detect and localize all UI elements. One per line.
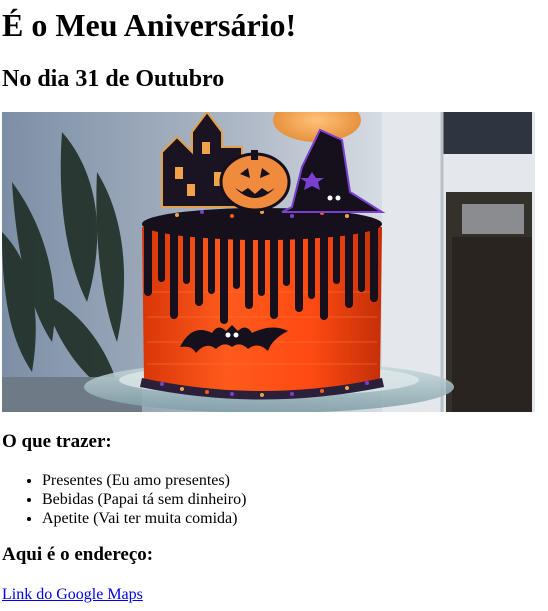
list-item: Bebidas (Papai tá sem dinheiro)	[42, 490, 548, 509]
page: É o Meu Aniversário! No dia 31 de Outubr…	[0, 0, 548, 604]
address-heading: Aqui é o endereço:	[2, 544, 154, 565]
list-item: Apetite (Vai ter muita comida)	[42, 509, 548, 528]
date-heading: No dia 31 de Outubro	[2, 66, 225, 92]
bring-heading: O que trazer:	[2, 431, 112, 452]
google-maps-link[interactable]: Link do Google Maps	[2, 585, 143, 604]
list-item: Presentes (Eu amo presentes)	[42, 471, 548, 490]
halloween-cake-image	[2, 112, 535, 412]
page-title: É o Meu Aniversário!	[2, 7, 297, 43]
bring-list: Presentes (Eu amo presentes) Bebidas (Pa…	[2, 471, 548, 528]
